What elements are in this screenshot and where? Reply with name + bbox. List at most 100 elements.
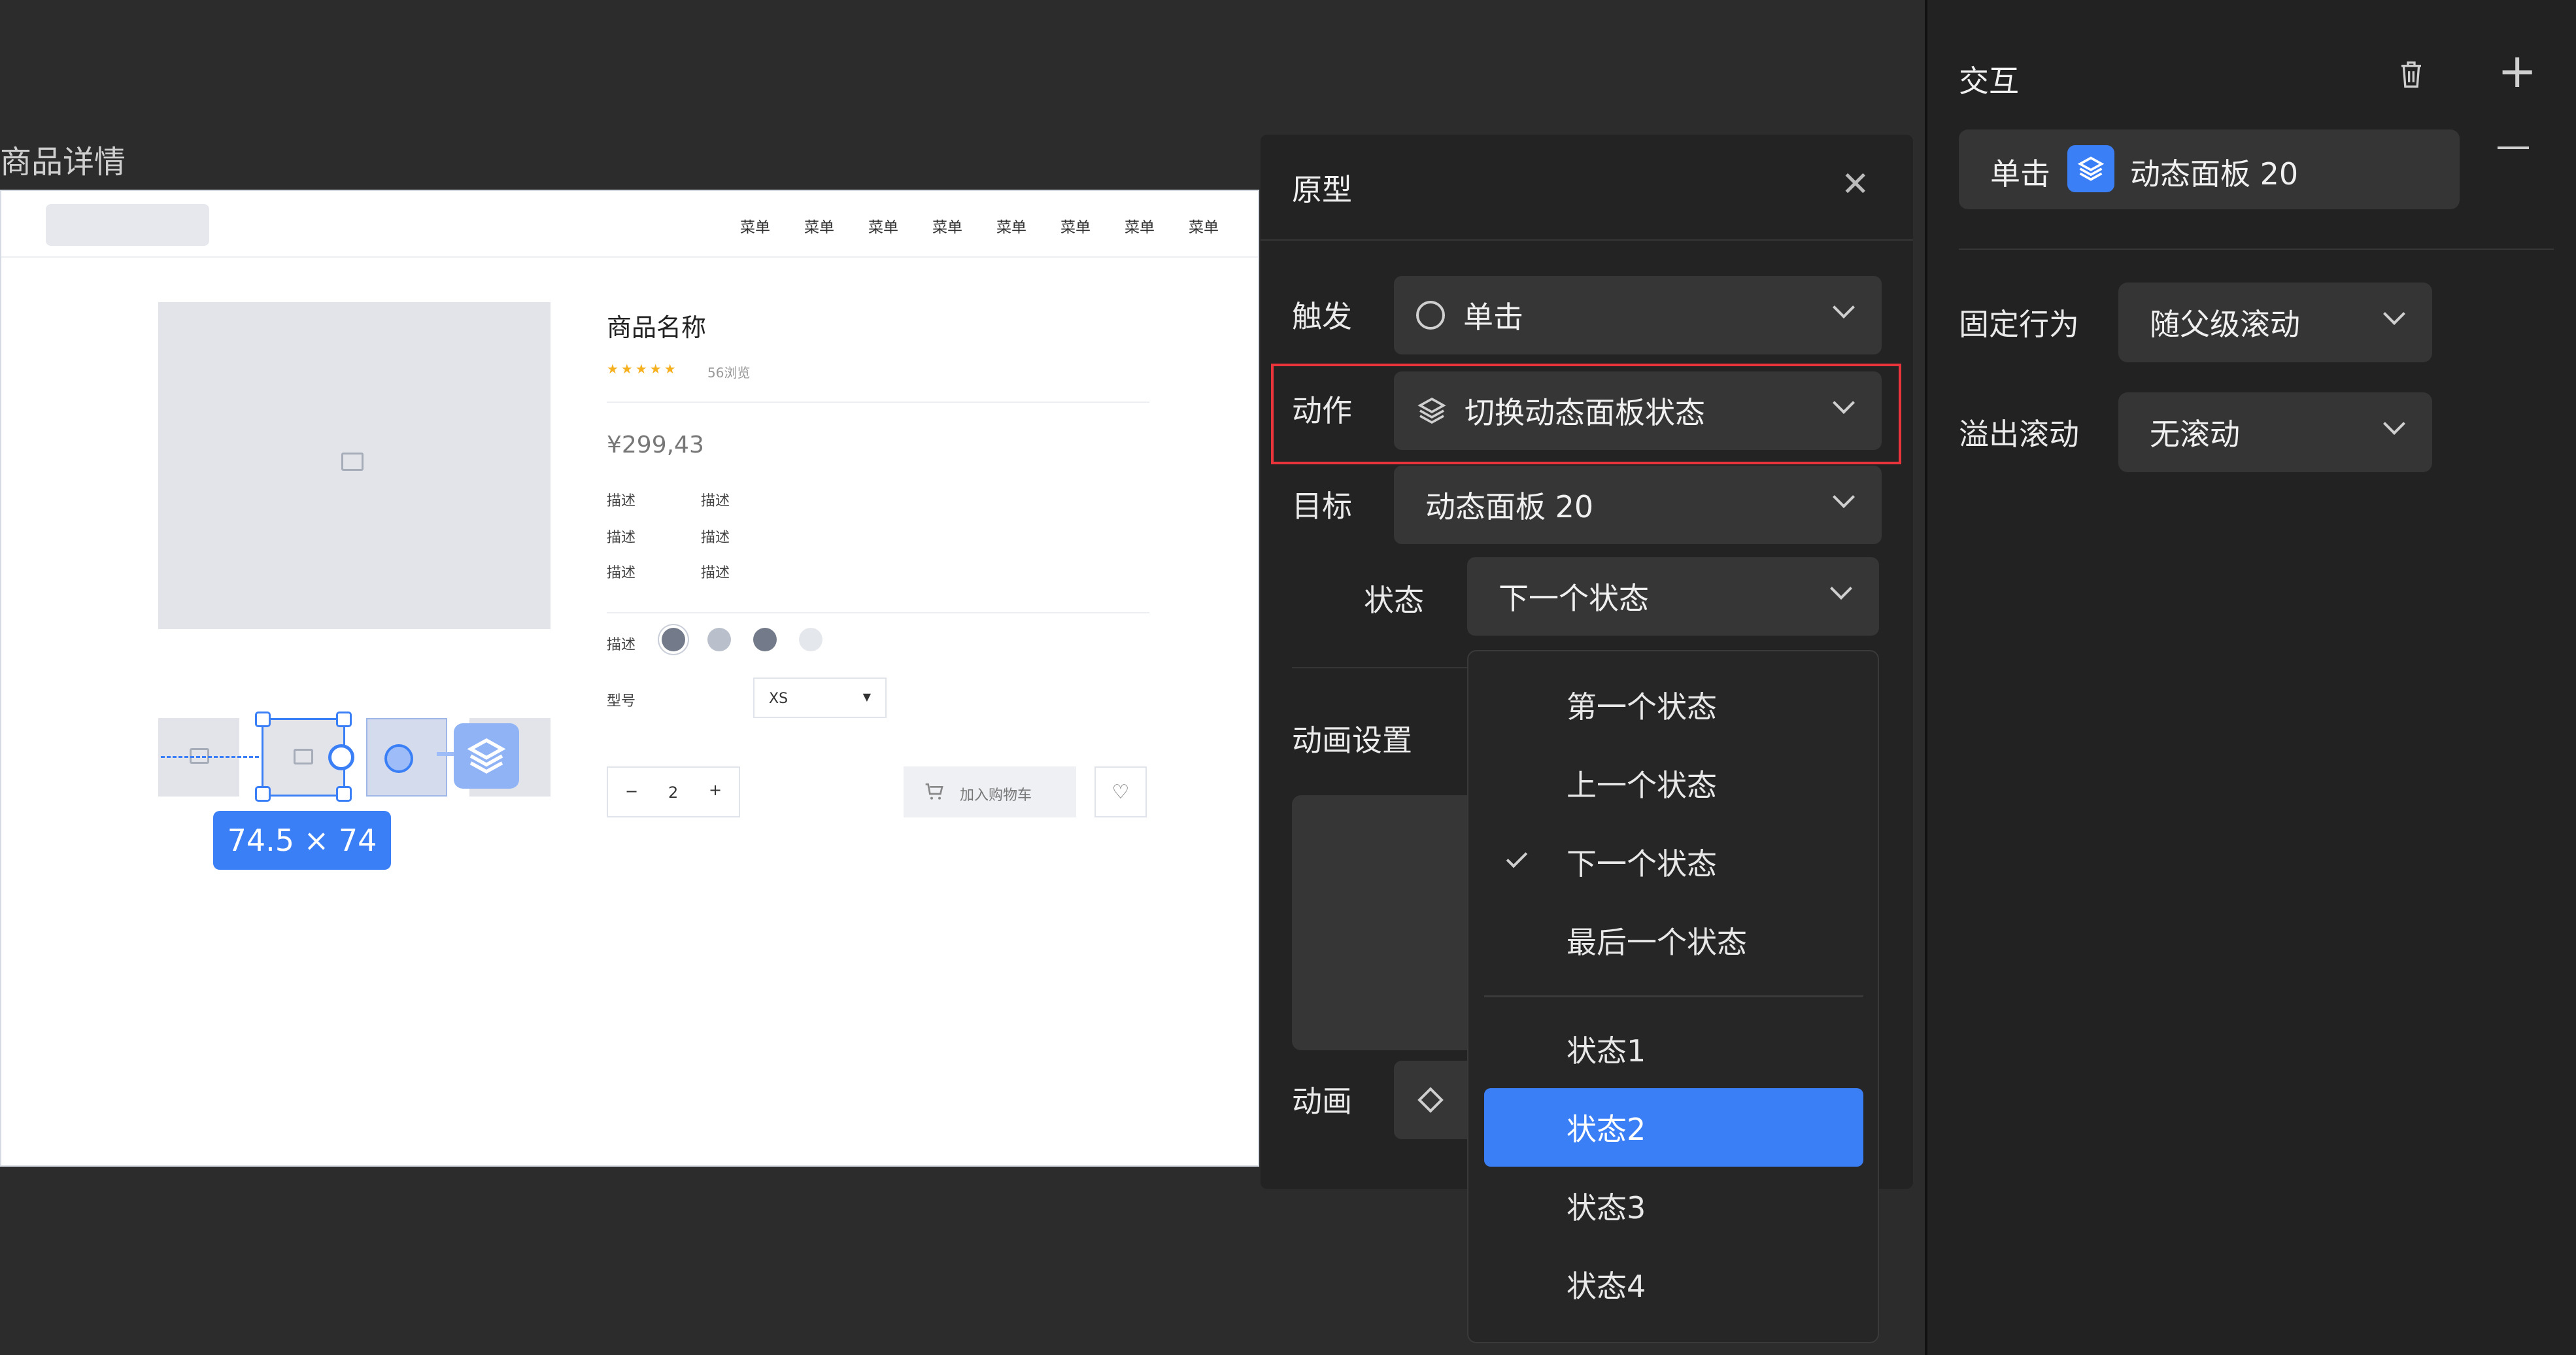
chevron-down-icon: [1833, 296, 1855, 318]
connection-point[interactable]: [328, 744, 354, 770]
add-interaction-icon[interactable]: +: [2498, 47, 2537, 94]
check-icon: [1506, 846, 1528, 868]
menu-item[interactable]: 上一个状态: [1484, 744, 1863, 823]
circle-icon: [1416, 301, 1445, 330]
trash-icon[interactable]: [2398, 60, 2424, 89]
divider: [1959, 249, 2554, 250]
product-image[interactable]: [158, 302, 551, 629]
chevron-down-icon: [2383, 303, 2405, 325]
nav-item[interactable]: 菜单: [740, 214, 770, 237]
action-select[interactable]: 切换动态面板状态: [1394, 371, 1882, 450]
heart-icon: ♡: [1111, 780, 1130, 804]
interaction-trigger: 单击: [1990, 156, 2050, 192]
menu-item-selected[interactable]: 下一个状态: [1484, 823, 1863, 901]
favorite-button[interactable]: ♡: [1094, 766, 1147, 817]
resize-handle[interactable]: [255, 712, 271, 727]
model-label: 型号: [607, 693, 636, 710]
product-price: ¥299,43: [607, 432, 704, 458]
image-icon: [341, 453, 364, 471]
resize-handle[interactable]: [255, 786, 271, 802]
interaction-inspector: 交互 + 单击 动态面板 20 固定行为 随父级滚动 溢出滚动 无滚动: [1925, 0, 2576, 1355]
panel-title: 原型: [1292, 172, 1352, 207]
nav-item[interactable]: 菜单: [996, 214, 1026, 237]
menu-item[interactable]: 状态3: [1484, 1167, 1863, 1245]
fixed-behavior-select[interactable]: 随父级滚动: [2118, 283, 2432, 362]
dimension-badge: 74.5 × 74: [213, 811, 391, 870]
model-select-value: XS: [769, 691, 788, 707]
menu-item[interactable]: 第一个状态: [1484, 666, 1863, 744]
overflow-value: 无滚动: [2150, 417, 2240, 452]
trigger-label: 触发: [1292, 299, 1352, 334]
action-label: 动作: [1292, 393, 1352, 428]
diamond-icon: [1417, 1087, 1444, 1113]
dynamic-panel-target-icon[interactable]: [454, 723, 519, 789]
interaction-target: 动态面板 20: [2130, 156, 2299, 192]
frame-label[interactable]: 商品详情: [0, 136, 126, 182]
menu-divider: [1484, 995, 1863, 997]
logo-placeholder: [46, 204, 209, 246]
layers-icon: [1417, 397, 1446, 424]
overflow-select[interactable]: 无滚动: [2118, 392, 2432, 472]
state-dropdown-menu: 第一个状态 上一个状态 下一个状态 最后一个状态 状态1 状态2 状态3 状态4: [1467, 650, 1879, 1343]
product-name: 商品名称: [607, 313, 707, 342]
nav-item[interactable]: 菜单: [868, 214, 898, 237]
add-to-cart-button[interactable]: 加入购物车: [904, 766, 1076, 817]
nav-item[interactable]: 菜单: [1125, 214, 1155, 237]
inspector-title: 交互: [1959, 63, 2019, 99]
animation-label: 动画: [1292, 1084, 1352, 1119]
menu-item-highlighted[interactable]: 状态2: [1484, 1088, 1863, 1167]
color-swatch[interactable]: [662, 628, 685, 651]
resize-handle[interactable]: [336, 786, 352, 802]
connection-point[interactable]: [384, 744, 413, 773]
interaction-chip[interactable]: 单击 动态面板 20: [1959, 129, 2460, 209]
color-swatch[interactable]: [799, 628, 822, 651]
layers-icon: [2067, 145, 2114, 192]
desc-label: 描述: [607, 530, 636, 546]
rating-stars: ★★★★★: [607, 361, 679, 377]
state-label: 状态: [1364, 583, 1424, 618]
desc-label: 描述: [607, 565, 636, 581]
target-value: 动态面板 20: [1425, 489, 1594, 524]
overflow-label: 溢出滚动: [1959, 417, 2079, 452]
nav-item[interactable]: 菜单: [804, 214, 834, 237]
trigger-select[interactable]: 单击: [1394, 276, 1882, 354]
nav-item[interactable]: 菜单: [1060, 214, 1091, 237]
action-value: 切换动态面板状态: [1465, 395, 1705, 430]
color-swatch[interactable]: [753, 628, 777, 651]
desc-value: 描述: [701, 493, 730, 509]
decrement-button[interactable]: −: [625, 782, 638, 800]
caret-down-icon: ▼: [862, 691, 871, 703]
fixed-behavior-value: 随父级滚动: [2150, 307, 2300, 342]
chevron-down-icon: [1833, 486, 1855, 508]
desc-label: 描述: [607, 493, 636, 509]
nav-item[interactable]: 菜单: [1189, 214, 1219, 237]
color-swatch[interactable]: [707, 628, 731, 651]
canvas-frame[interactable]: 菜单 菜单 菜单 菜单 菜单 菜单 菜单 菜单 商品名称 ★★★★★ 56浏览 …: [0, 190, 1259, 1167]
menu-item[interactable]: 最后一个状态: [1484, 901, 1863, 980]
trigger-value: 单击: [1463, 300, 1523, 335]
menu-item[interactable]: 状态4: [1484, 1245, 1863, 1324]
model-select[interactable]: XS ▼: [753, 678, 887, 718]
chevron-down-icon: [1830, 577, 1852, 600]
nav-divider: [1, 256, 1258, 258]
remove-interaction-icon[interactable]: [2498, 146, 2529, 149]
quantity-stepper[interactable]: − 2 +: [607, 766, 740, 817]
animation-preview: [1292, 795, 1475, 1050]
divider: [607, 612, 1149, 613]
cart-icon: [925, 783, 943, 800]
review-count: 56浏览: [707, 365, 751, 381]
state-value: 下一个状态: [1499, 581, 1649, 616]
divider: [1261, 239, 1913, 241]
thumbnail[interactable]: [366, 718, 447, 797]
desc-value: 描述: [701, 565, 730, 581]
resize-handle[interactable]: [336, 712, 352, 727]
menu-item[interactable]: 状态1: [1484, 1010, 1863, 1088]
anim-settings-label: 动画设置: [1292, 723, 1412, 758]
close-icon[interactable]: ✕: [1841, 165, 1870, 204]
state-select[interactable]: 下一个状态: [1467, 557, 1879, 636]
increment-button[interactable]: +: [709, 781, 722, 799]
nav-item[interactable]: 菜单: [932, 214, 962, 237]
chevron-down-icon: [1833, 392, 1855, 414]
add-to-cart-label: 加入购物车: [960, 787, 1032, 804]
target-select[interactable]: 动态面板 20: [1394, 466, 1882, 544]
